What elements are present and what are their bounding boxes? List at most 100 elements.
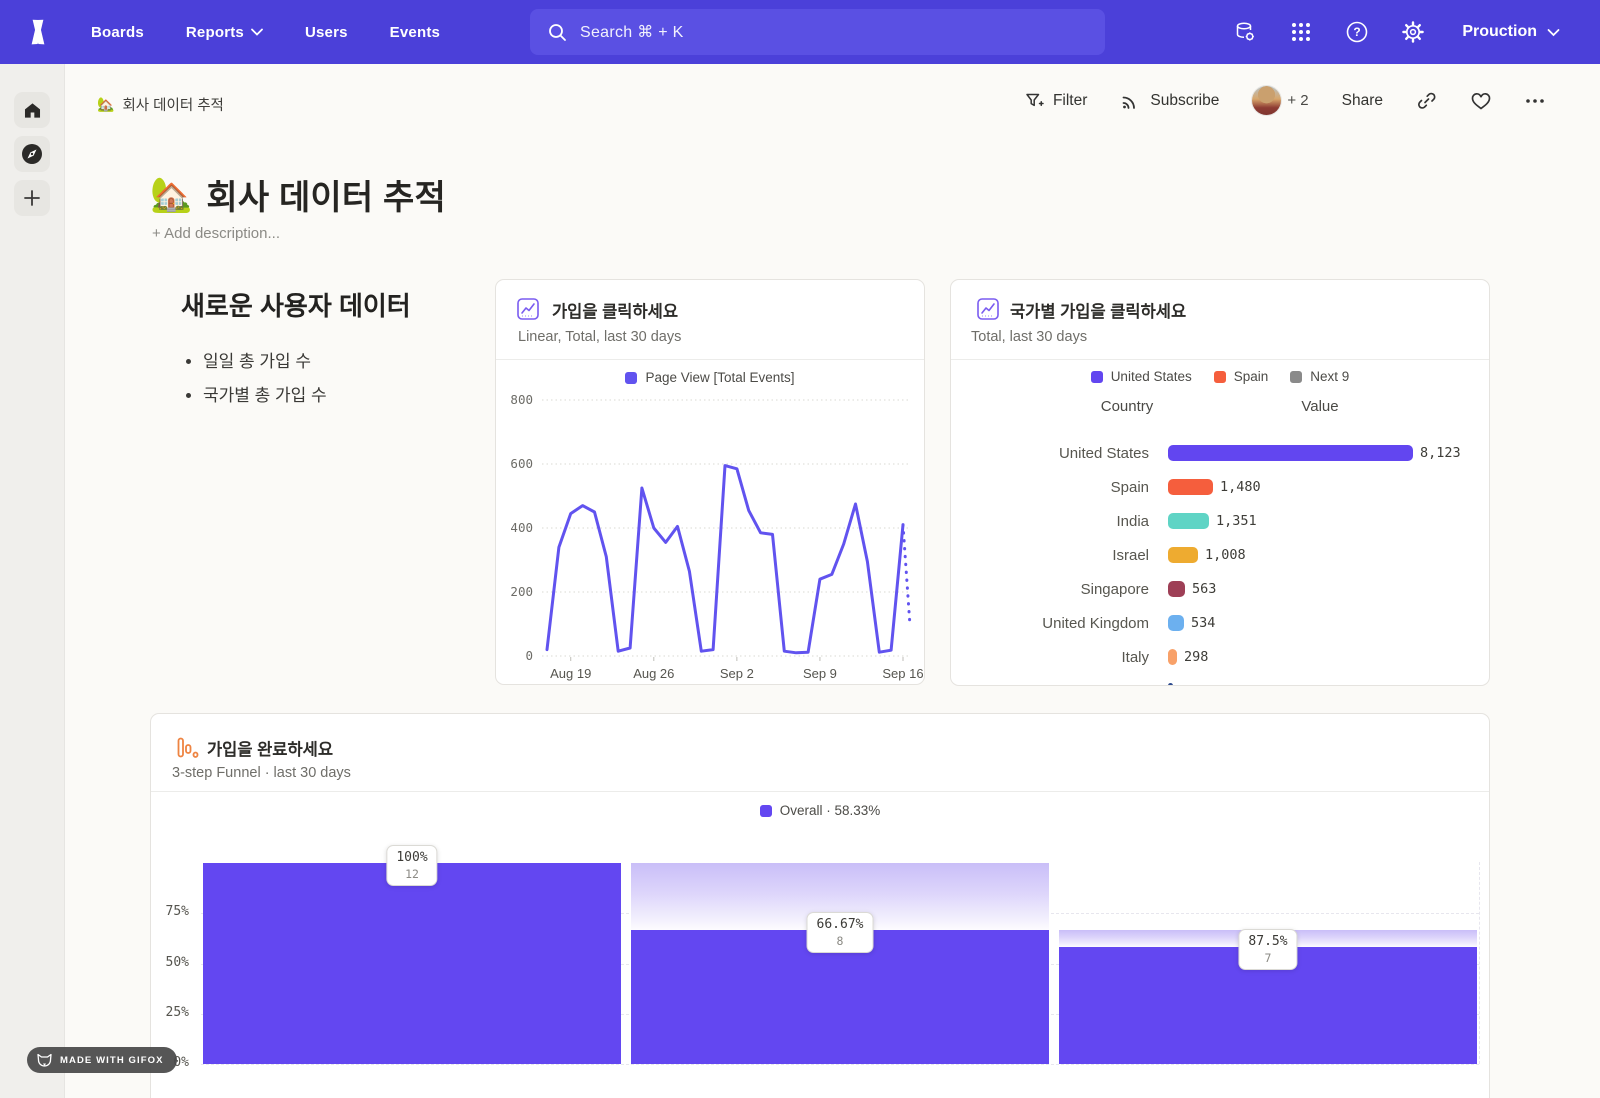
country-bar [1168, 649, 1177, 665]
filter-icon [1024, 91, 1044, 111]
y-axis-tick: 600 [510, 456, 533, 471]
country-value: 8,123 [1420, 445, 1461, 461]
explore-button[interactable] [14, 136, 50, 172]
funnel-right-gridline [1479, 862, 1480, 1064]
legend-swatch [1290, 371, 1302, 383]
subscribe-button[interactable]: Subscribe [1120, 90, 1219, 111]
avatar [1252, 86, 1281, 115]
svg-text:?: ? [1354, 25, 1361, 39]
line-chart-plot[interactable]: 0200400600800Aug 19Aug 26Sep 2Sep 9Sep 1… [496, 376, 926, 686]
ellipsis-icon [1525, 98, 1545, 104]
legend-label: United States [1111, 369, 1192, 384]
add-description-button[interactable]: + Add description... [152, 225, 280, 242]
country-rows: United States8,123Spain1,480India1,351Is… [951, 436, 1489, 686]
funnel-tooltip: 66.67%8 [807, 912, 874, 953]
text-widget: 새로운 사용자 데이터 일일 총 가입 수 국가별 총 가입 수 [181, 286, 471, 415]
project-name: Prouction [1462, 23, 1537, 41]
legend-item[interactable]: Spain [1214, 369, 1269, 384]
create-button[interactable] [14, 180, 50, 216]
country-bar [1168, 479, 1213, 495]
country-bar [1168, 683, 1173, 686]
legend-label: Spain [1234, 369, 1269, 384]
favorite-button[interactable] [1470, 91, 1492, 111]
country-row[interactable]: Singapore563 [951, 572, 1489, 606]
gear-icon [1401, 20, 1425, 44]
apps-grid-button[interactable] [1288, 19, 1314, 45]
funnel-tooltip: 87.5%7 [1238, 929, 1297, 970]
country-row[interactable]: Germany [951, 674, 1489, 686]
grid-icon [1290, 21, 1312, 43]
extra-collaborators-count: + 2 [1287, 92, 1308, 109]
tooltip-count: 7 [1248, 951, 1287, 965]
page-title[interactable]: 🏡 회사 데이터 추적 [150, 170, 446, 219]
country-bar [1168, 547, 1198, 563]
country-row[interactable]: Spain1,480 [951, 470, 1489, 504]
country-row[interactable]: United States8,123 [951, 436, 1489, 470]
x-axis-tick: Aug 26 [633, 666, 674, 681]
project-switcher[interactable]: Prouction [1462, 23, 1560, 41]
data-management-button[interactable] [1232, 19, 1258, 45]
card-title: 가입을 클릭하세요 [552, 298, 678, 322]
title-emoji: 🏡 [150, 175, 192, 215]
legend-item[interactable]: United States [1091, 369, 1192, 384]
country-row[interactable]: India1,351 [951, 504, 1489, 538]
breadcrumb-emoji: 🏡 [97, 96, 114, 113]
tooltip-percent: 100% [396, 850, 427, 865]
divider [496, 359, 924, 360]
more-options-button[interactable] [1525, 98, 1545, 104]
tooltip-count: 12 [396, 867, 427, 881]
country-row[interactable]: United Kingdom534 [951, 606, 1489, 640]
country-label: Italy [951, 649, 1149, 666]
filter-button[interactable]: Filter [1024, 91, 1087, 111]
plus-icon [23, 189, 41, 207]
filter-label: Filter [1053, 92, 1087, 110]
collaborators[interactable]: + 2 [1252, 86, 1308, 115]
country-value: 298 [1184, 649, 1208, 665]
search-input[interactable]: Search ⌘ + K [530, 9, 1105, 55]
y-axis-tick: 400 [510, 520, 533, 535]
country-bar-card[interactable]: 국가별 가입을 클릭하세요 Total, last 30 days United… [950, 279, 1490, 686]
chart-legend: United States Spain Next 9 [951, 369, 1489, 384]
legend-item[interactable]: Next 9 [1290, 369, 1349, 384]
funnel-chart-card[interactable]: 가입을 완료하세요 3-step Funnel · last 30 days O… [150, 713, 1490, 1098]
country-value: 1,480 [1220, 479, 1261, 495]
help-button[interactable]: ? [1344, 19, 1370, 45]
search-icon [548, 23, 567, 42]
text-widget-heading: 새로운 사용자 데이터 [181, 286, 471, 323]
mixpanel-logo-icon[interactable] [20, 14, 56, 50]
nav-reports-label: Reports [186, 24, 244, 41]
y-axis-tick: 0 [525, 648, 533, 663]
list-item: 일일 총 가입 수 [203, 347, 471, 372]
nav-boards[interactable]: Boards [91, 24, 144, 41]
line-series [547, 466, 903, 653]
share-label: Share [1342, 92, 1383, 110]
country-row[interactable]: Italy 298 [951, 640, 1489, 674]
heart-icon [1470, 91, 1492, 111]
nav-users[interactable]: Users [305, 24, 348, 41]
country-value: 1,351 [1216, 513, 1257, 529]
legend-swatch [1091, 371, 1103, 383]
nav-reports[interactable]: Reports [186, 24, 263, 41]
home-button[interactable] [14, 92, 50, 128]
card-title: 국가별 가입을 클릭하세요 [1010, 298, 1186, 322]
search-placeholder: Search ⌘ + K [580, 22, 684, 42]
x-axis-tick: Aug 19 [550, 666, 591, 681]
line-chart-card[interactable]: 가입을 클릭하세요 Linear, Total, last 30 days Pa… [495, 279, 925, 685]
gifox-label: MADE WITH GIFOX [60, 1055, 164, 1066]
share-button[interactable]: Share [1342, 92, 1383, 110]
database-gear-icon [1233, 20, 1257, 44]
x-axis-tick: Sep 2 [720, 666, 754, 681]
nav-events[interactable]: Events [390, 24, 440, 41]
breadcrumb[interactable]: 🏡 회사 데이터 추적 [97, 94, 224, 115]
divider [951, 359, 1489, 360]
x-axis-tick: Sep 9 [803, 666, 837, 681]
country-value: 563 [1192, 581, 1216, 597]
home-icon [23, 101, 42, 120]
country-row[interactable]: Israel1,008 [951, 538, 1489, 572]
link-icon [1416, 90, 1437, 111]
settings-button[interactable] [1400, 19, 1426, 45]
card-subtitle: Linear, Total, last 30 days [518, 329, 681, 345]
country-label: United Kingdom [951, 615, 1149, 632]
copy-link-button[interactable] [1416, 90, 1437, 111]
funnel-bar[interactable] [203, 863, 621, 1064]
